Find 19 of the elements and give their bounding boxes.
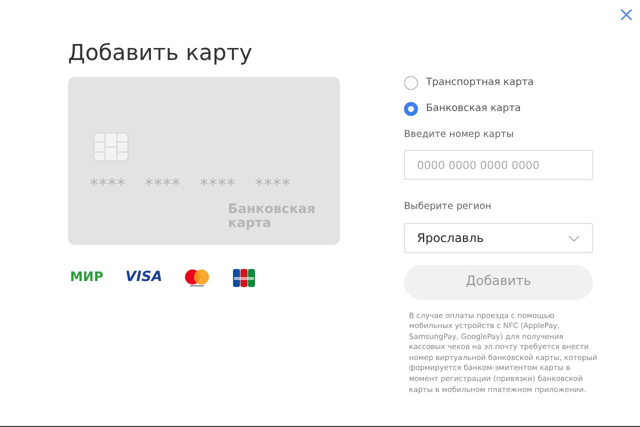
card-number-field[interactable]: 0000 0000 0000 0000 (404, 150, 593, 180)
mir-logo: МИР (70, 268, 104, 287)
radio-button[interactable] (404, 102, 418, 116)
mastercard-icon (184, 269, 210, 288)
jcb-icon (232, 268, 256, 288)
radio-option[interactable]: Банковская карта (404, 101, 521, 116)
radio-button[interactable] (404, 76, 418, 90)
card-number-mask: **** (90, 174, 126, 196)
field-label: Выберите регион (404, 200, 492, 214)
field-label: Введите номер карты (404, 128, 515, 142)
radio-option[interactable]: Транспортная карта (404, 75, 534, 90)
card-number-mask: **** (255, 174, 291, 196)
card-number-mask: **** (145, 174, 181, 196)
chip-icon (93, 132, 129, 162)
region-dropdown[interactable]: Ярославль (404, 222, 593, 252)
page-title: Добавить карту (68, 40, 254, 68)
visa-logo: VISA (125, 268, 162, 288)
chevron-down-icon (568, 234, 580, 242)
card-number-mask: **** (200, 174, 236, 196)
